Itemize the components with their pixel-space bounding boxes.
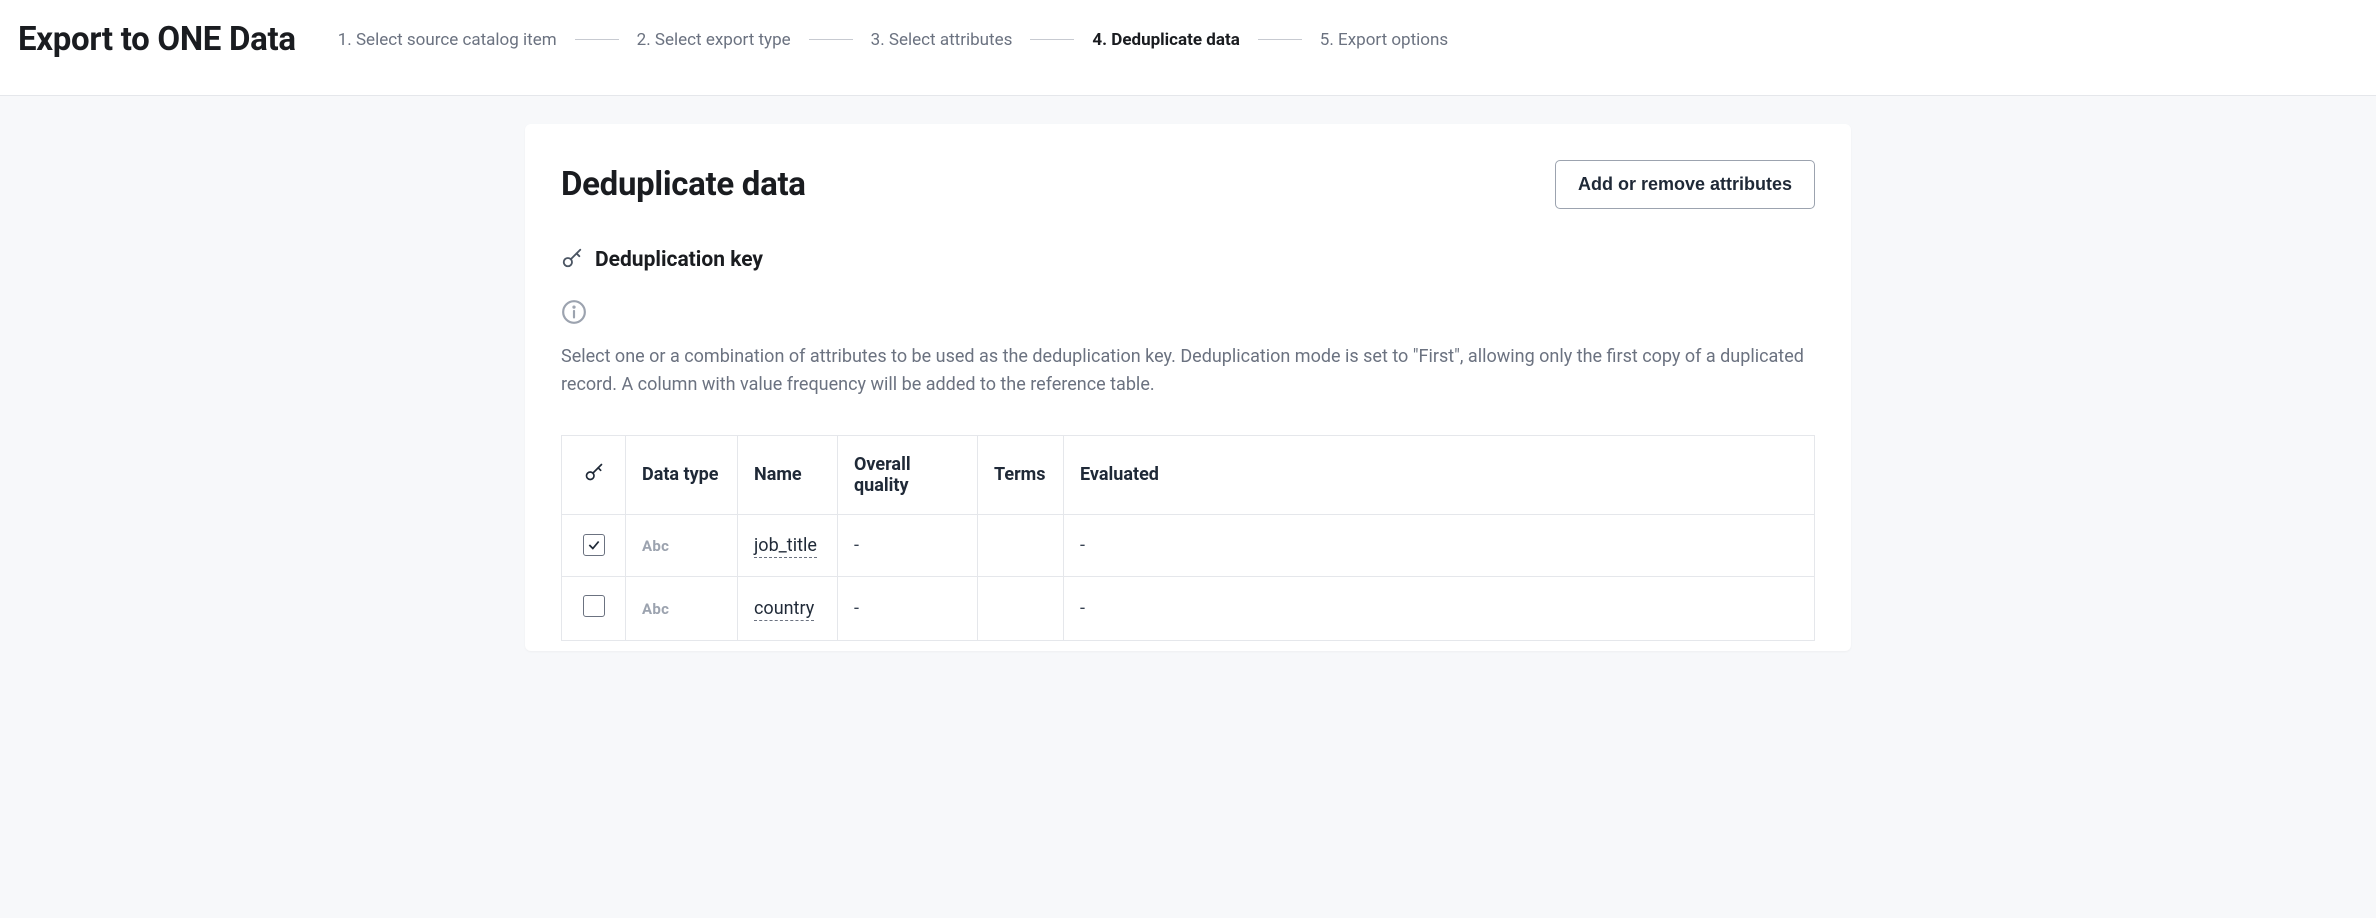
step-5[interactable]: 5. Export options (1320, 30, 1448, 50)
row-data-type: Abc (626, 576, 738, 640)
row-overall-quality: - (838, 576, 978, 640)
deduplicate-card: Deduplicate data Add or remove attribute… (525, 124, 1851, 651)
table-row: Abc job_title - - (562, 514, 1815, 576)
page-title: Export to ONE Data (18, 20, 296, 59)
column-header-name[interactable]: Name (738, 435, 838, 514)
column-header-data-type[interactable]: Data type (626, 435, 738, 514)
key-icon (561, 247, 583, 273)
row-checkbox-cell (562, 514, 626, 576)
column-header-terms[interactable]: Terms (978, 435, 1064, 514)
step-divider (1030, 39, 1074, 40)
attributes-table: Data type Name Overall quality Terms Eva… (561, 435, 1815, 641)
type-abc-icon: Abc (642, 600, 669, 618)
key-icon (584, 466, 604, 487)
add-remove-attributes-button[interactable]: Add or remove attributes (1555, 160, 1815, 209)
step-1[interactable]: 1. Select source catalog item (338, 30, 557, 50)
attribute-link[interactable]: country (754, 598, 814, 621)
step-2[interactable]: 2. Select export type (637, 30, 791, 50)
row-terms (978, 514, 1064, 576)
table-header-row: Data type Name Overall quality Terms Eva… (562, 435, 1815, 514)
type-abc-icon: Abc (642, 537, 669, 555)
card-header: Deduplicate data Add or remove attribute… (561, 160, 1815, 209)
row-overall-quality: - (838, 514, 978, 576)
step-3[interactable]: 3. Select attributes (871, 30, 1013, 50)
row-checkbox[interactable] (583, 595, 605, 617)
step-divider (575, 39, 619, 40)
row-name: country (738, 576, 838, 640)
step-divider (809, 39, 853, 40)
section-heading-text: Deduplication key (595, 248, 763, 272)
step-4[interactable]: 4. Deduplicate data (1092, 30, 1239, 50)
column-header-key (562, 435, 626, 514)
row-terms (978, 576, 1064, 640)
row-checkbox[interactable] (583, 534, 605, 556)
table-row: Abc country - - (562, 576, 1815, 640)
description-text: Select one or a combination of attribute… (561, 343, 1815, 399)
step-divider (1258, 39, 1302, 40)
card-title: Deduplicate data (561, 165, 806, 204)
content-area: Deduplicate data Add or remove attribute… (0, 96, 2376, 691)
row-evaluated: - (1064, 514, 1815, 576)
row-evaluated: - (1064, 576, 1815, 640)
column-header-overall-quality[interactable]: Overall quality (838, 435, 978, 514)
section-heading: Deduplication key (561, 247, 1815, 273)
wizard-steps: 1. Select source catalog item 2. Select … (338, 30, 1448, 50)
info-icon[interactable] (561, 299, 1815, 329)
row-data-type: Abc (626, 514, 738, 576)
attribute-link[interactable]: job_title (754, 535, 817, 558)
page-header: Export to ONE Data 1. Select source cata… (0, 0, 2376, 96)
row-name: job_title (738, 514, 838, 576)
column-header-evaluated[interactable]: Evaluated (1064, 435, 1815, 514)
row-checkbox-cell (562, 576, 626, 640)
